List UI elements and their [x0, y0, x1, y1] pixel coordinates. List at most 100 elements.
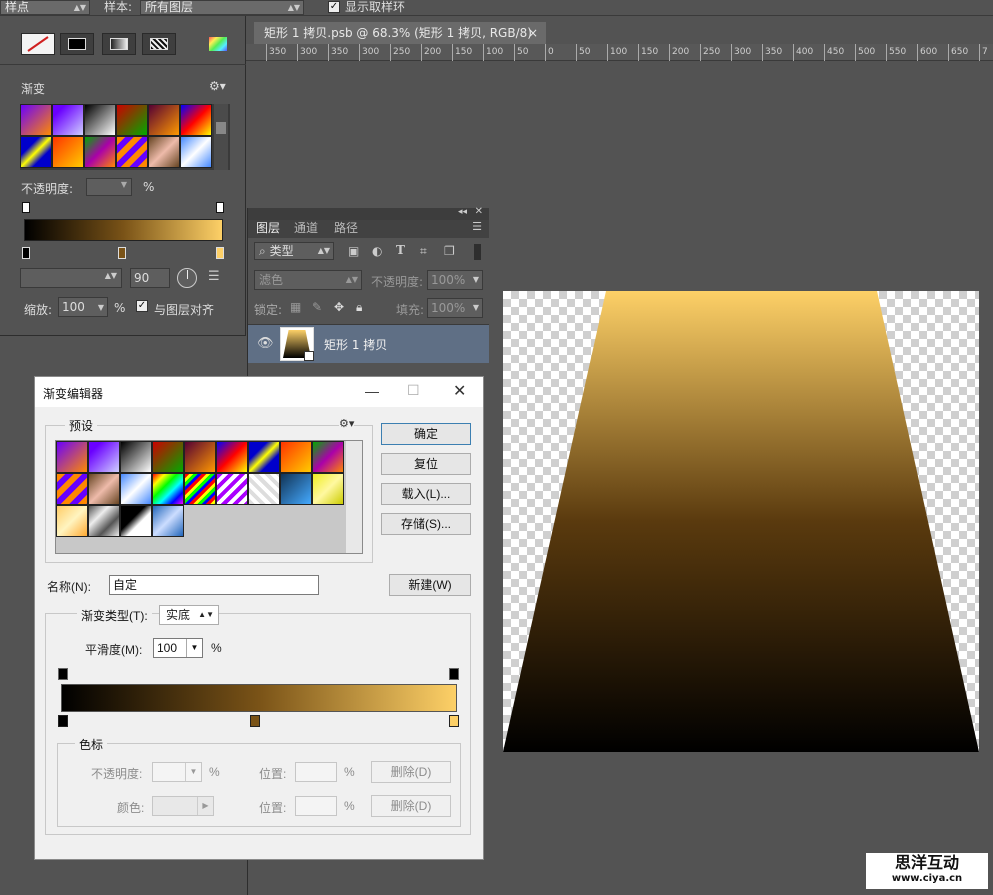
preset-swatch[interactable]: [116, 104, 148, 136]
preset-swatch[interactable]: [184, 441, 216, 473]
tab-channels-label[interactable]: 通道: [294, 220, 318, 236]
gradient-preview-bar[interactable]: [24, 219, 223, 241]
angle-input[interactable]: 90: [130, 268, 170, 288]
lock-all-icon[interactable]: 🔒︎: [356, 300, 362, 315]
sample-dropdown[interactable]: 所有图层 ▲▼: [140, 0, 304, 15]
gradient-mode-button[interactable]: [102, 33, 136, 55]
chevron-right-icon[interactable]: ▶: [197, 797, 213, 815]
chevron-down-icon[interactable]: ▼: [185, 763, 201, 781]
preset-swatch[interactable]: [84, 104, 116, 136]
smart-object-filter-icon[interactable]: ❐: [444, 244, 455, 258]
show-ring-checkbox[interactable]: ✓: [328, 1, 340, 13]
preset-swatch[interactable]: [148, 136, 180, 168]
document-canvas[interactable]: [503, 291, 979, 752]
color-stop-mid[interactable]: [250, 715, 260, 727]
preset-swatch[interactable]: [84, 136, 116, 168]
preset-swatch[interactable]: [148, 104, 180, 136]
opacity-stop-left[interactable]: [22, 202, 30, 213]
align-checkbox[interactable]: ✓: [136, 300, 148, 312]
color-stop-left[interactable]: [58, 715, 68, 727]
opacity-stop-left[interactable]: [58, 668, 68, 680]
preset-swatch[interactable]: [20, 136, 52, 168]
preset-swatch[interactable]: [152, 473, 184, 505]
tab-layers-label[interactable]: 图层: [256, 220, 280, 236]
color-stop-right[interactable]: [216, 247, 224, 259]
angle-dial[interactable]: [177, 268, 197, 288]
preset-swatch[interactable]: [312, 441, 344, 473]
preset-swatch[interactable]: [248, 473, 280, 505]
presets-scrollbar[interactable]: [346, 441, 362, 553]
close-icon[interactable]: ✕: [453, 381, 466, 401]
shape-filter-icon[interactable]: ⌗: [420, 244, 427, 259]
opacity-input[interactable]: ▼: [86, 178, 132, 196]
stop-opacity-input[interactable]: ▼: [152, 762, 202, 782]
preset-swatch[interactable]: [248, 441, 280, 473]
preset-swatch[interactable]: [180, 136, 212, 168]
preset-swatch[interactable]: [56, 505, 88, 537]
visibility-eye-icon[interactable]: 👁︎: [257, 336, 274, 351]
color-stop-left[interactable]: [22, 247, 30, 259]
color-picker-icon[interactable]: [209, 37, 227, 51]
preset-swatch[interactable]: [280, 473, 312, 505]
preset-swatch[interactable]: [88, 505, 120, 537]
name-field[interactable]: 自定: [109, 575, 319, 595]
ok-button[interactable]: 确定: [381, 423, 471, 445]
preset-swatch[interactable]: [280, 441, 312, 473]
scale-input[interactable]: 100 ▼: [58, 297, 108, 317]
preset-swatch[interactable]: [184, 473, 216, 505]
layer-row[interactable]: 👁︎ 矩形 1 拷贝: [248, 325, 489, 363]
opacity-stop-right[interactable]: [449, 668, 459, 680]
solid-color-button[interactable]: [60, 33, 94, 55]
color-location-input[interactable]: [295, 796, 337, 816]
filter-type-dropdown[interactable]: ⌕ 类型 ▲▼: [254, 242, 334, 260]
no-gradient-button[interactable]: [21, 33, 55, 55]
color-stop-right[interactable]: [449, 715, 459, 727]
preset-swatch[interactable]: [20, 104, 52, 136]
blend-mode-dropdown[interactable]: 滤色 ▲▼: [254, 270, 362, 290]
opacity-location-input[interactable]: [295, 762, 337, 782]
lock-position-icon[interactable]: ✥: [334, 300, 344, 314]
preset-swatch[interactable]: [216, 473, 248, 505]
close-icon[interactable]: ✕: [475, 206, 483, 217]
type-filter-icon[interactable]: T: [396, 243, 405, 257]
preset-swatch[interactable]: [120, 505, 152, 537]
preset-swatch[interactable]: [116, 136, 148, 168]
preset-swatch[interactable]: [216, 441, 248, 473]
gear-icon[interactable]: ⚙▾: [339, 417, 355, 430]
preset-swatch[interactable]: [120, 441, 152, 473]
gradient-bar[interactable]: [61, 684, 457, 712]
chevron-down-icon[interactable]: ▼: [186, 639, 202, 657]
preset-swatch[interactable]: [88, 473, 120, 505]
adjustment-filter-icon[interactable]: ◐: [372, 244, 382, 258]
preset-swatch[interactable]: [52, 136, 84, 168]
gradient-type-select[interactable]: 实底 ▲▼: [159, 605, 219, 625]
opacity-stop-right[interactable]: [216, 202, 224, 213]
load-button[interactable]: 载入(L)...: [381, 483, 471, 505]
preset-swatch[interactable]: [180, 104, 212, 136]
preset-swatch[interactable]: [152, 441, 184, 473]
panel-menu-icon[interactable]: ☰: [472, 220, 482, 233]
preset-swatch[interactable]: [152, 505, 184, 537]
preset-swatch[interactable]: [52, 104, 84, 136]
layer-opacity-input[interactable]: 100% ▼: [427, 270, 483, 290]
close-tab-icon[interactable]: ×: [528, 22, 538, 44]
maximize-icon[interactable]: ☐: [407, 382, 420, 399]
minimize-icon[interactable]: —: [365, 383, 379, 399]
image-filter-icon[interactable]: ▣: [348, 244, 359, 258]
color-stop-mid[interactable]: [118, 247, 126, 259]
new-button[interactable]: 新建(W): [389, 574, 471, 596]
lock-pixels-icon[interactable]: ✎: [312, 300, 322, 314]
sample-size-dropdown[interactable]: 样点 ▲▼: [0, 0, 90, 15]
reverse-icon[interactable]: ☰: [208, 269, 220, 284]
preset-swatch[interactable]: [120, 473, 152, 505]
delete-color-stop-button[interactable]: 删除(D): [371, 795, 451, 817]
preset-swatch[interactable]: [56, 441, 88, 473]
pattern-mode-button[interactable]: [142, 33, 176, 55]
preset-swatch[interactable]: [312, 473, 344, 505]
gear-icon[interactable]: ⚙▾: [209, 79, 226, 93]
preset-swatch[interactable]: [88, 441, 120, 473]
document-tab[interactable]: 矩形 1 拷贝.psb @ 68.3% (矩形 1 拷贝, RGB/8) ×: [254, 22, 546, 44]
save-button[interactable]: 存储(S)...: [381, 513, 471, 535]
collapse-icon[interactable]: ◂◂: [458, 207, 467, 217]
gradient-style-dropdown[interactable]: ▲▼: [20, 268, 122, 288]
